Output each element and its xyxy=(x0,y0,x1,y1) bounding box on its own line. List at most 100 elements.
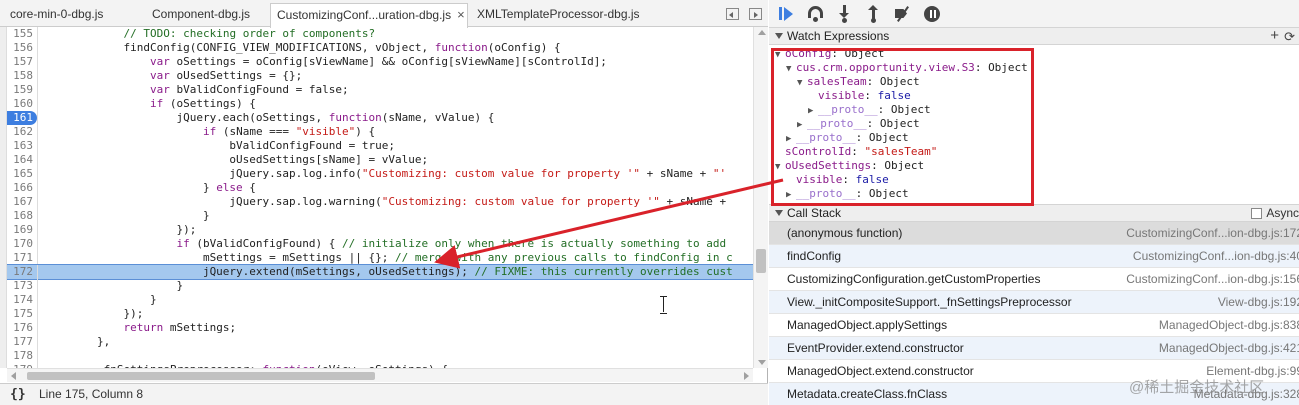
tab-xml-template-processor[interactable]: XMLTemplateProcessor-dbg.js xyxy=(471,3,651,27)
line-number[interactable]: 171 xyxy=(7,251,33,265)
code-line[interactable]: 157 var oSettings = oConfig[sViewName] &… xyxy=(7,55,753,69)
line-number[interactable]: 172 xyxy=(7,265,33,279)
line-number[interactable]: 174 xyxy=(7,293,33,307)
watch-expressions-header[interactable]: Watch Expressions + ⟳ xyxy=(769,27,1299,45)
line-number[interactable]: 169 xyxy=(7,223,33,237)
expand-triangle-icon[interactable]: ▶ xyxy=(786,188,796,202)
scroll-left-icon[interactable] xyxy=(11,372,16,380)
line-number[interactable]: 168 xyxy=(7,209,33,223)
hscroll-thumb[interactable] xyxy=(27,372,375,380)
call-frame[interactable]: EventProvider.extend.constructor ManagedO… xyxy=(769,337,1299,360)
async-checkbox[interactable]: Async xyxy=(1251,205,1299,222)
watch-row[interactable]: ▶ __proto__: Object xyxy=(786,187,909,201)
watch-row[interactable]: ▶ __proto__: Object xyxy=(786,131,909,145)
call-stack-header[interactable]: Call Stack Async xyxy=(769,204,1299,222)
call-frame-location[interactable]: CustomizingConf...ion-dbg.js:40 xyxy=(1133,245,1299,268)
watch-row[interactable]: ▶ __proto__: Object xyxy=(808,103,931,117)
call-frame-location[interactable]: CustomizingConf...ion-dbg.js:172 xyxy=(1126,222,1299,245)
toggle-debugger-icon[interactable] xyxy=(749,8,762,20)
line-number[interactable]: 170 xyxy=(7,237,33,251)
code-line[interactable]: 161 jQuery.each(oSettings, function(sNam… xyxy=(7,111,753,125)
code-line[interactable]: 177 }, xyxy=(7,335,753,349)
line-number[interactable]: 167 xyxy=(7,195,33,209)
code-line[interactable]: 174 } xyxy=(7,293,753,307)
code-line[interactable]: 163 bValidConfigFound = true; xyxy=(7,139,753,153)
code-line[interactable]: 162 if (sName === "visible") { xyxy=(7,125,753,139)
code-line[interactable]: 169 }); xyxy=(7,223,753,237)
code-line[interactable]: 165 jQuery.sap.log.info("Customizing: cu… xyxy=(7,167,753,181)
code-line[interactable]: 175 }); xyxy=(7,307,753,321)
code-line[interactable]: 168 } xyxy=(7,209,753,223)
watch-row[interactable]: sControlId: "salesTeam" xyxy=(775,145,937,159)
watch-row[interactable]: visible: false xyxy=(808,89,911,103)
toggle-navigator-icon[interactable] xyxy=(726,8,739,20)
line-number[interactable]: 158 xyxy=(7,69,33,83)
tab-customizing-configuration[interactable]: CustomizingConf...uration-dbg.js × xyxy=(270,3,468,28)
deactivate-breakpoints-icon[interactable] xyxy=(893,5,913,23)
code-line[interactable]: 164 oUsedSettings[sName] = vValue; xyxy=(7,153,753,167)
line-number[interactable]: 178 xyxy=(7,349,33,363)
pretty-print-button[interactable]: {} xyxy=(10,384,26,405)
line-number[interactable]: 155 xyxy=(7,27,33,41)
line-number[interactable]: 160 xyxy=(7,97,33,111)
line-number[interactable]: 161 xyxy=(7,111,37,125)
line-number[interactable]: 162 xyxy=(7,125,33,139)
scroll-down-icon[interactable] xyxy=(758,360,766,365)
code-line[interactable]: 155 // TODO: checking order of component… xyxy=(7,27,753,41)
expand-triangle-icon[interactable]: ▶ xyxy=(808,104,818,118)
call-frame[interactable]: ManagedObject.applySettings ManagedObject… xyxy=(769,314,1299,337)
checkbox-icon[interactable] xyxy=(1251,208,1263,219)
step-out-icon[interactable] xyxy=(864,5,884,23)
line-number[interactable]: 175 xyxy=(7,307,33,321)
code-line[interactable]: 170 if (bValidConfigFound) { // initiali… xyxy=(7,237,753,251)
scroll-up-icon[interactable] xyxy=(758,30,766,35)
pause-on-exceptions-icon[interactable] xyxy=(923,5,943,23)
navigator-collapsed-strip[interactable] xyxy=(0,27,7,368)
watch-row[interactable]: visible: false xyxy=(786,173,889,187)
line-number[interactable]: 163 xyxy=(7,139,33,153)
code-line[interactable]: 166 } else { xyxy=(7,181,753,195)
code-line[interactable]: 171 mSettings = mSettings || {}; // merg… xyxy=(7,251,753,265)
collapse-triangle-icon[interactable]: ▼ xyxy=(786,62,796,76)
call-frame[interactable]: View._initCompositeSupport._fnSettingsPr… xyxy=(769,291,1299,314)
expand-triangle-icon[interactable]: ▶ xyxy=(797,118,807,132)
line-number[interactable]: 166 xyxy=(7,181,33,195)
code-line[interactable]: 178 xyxy=(7,349,753,363)
watch-row[interactable]: ▼ salesTeam: Object xyxy=(797,75,920,89)
code-line[interactable]: 158 var oUsedSettings = {}; xyxy=(7,69,753,83)
close-tab-icon[interactable]: × xyxy=(457,7,465,22)
code-line[interactable]: 172 jQuery.extend(mSettings, oUsedSettin… xyxy=(7,264,753,280)
watch-row[interactable]: ▼ cus.crm.opportunity.view.S3: Object xyxy=(786,61,1028,75)
call-frame-location[interactable]: CustomizingConf...ion-dbg.js:156 xyxy=(1126,268,1299,291)
code-line[interactable]: 173 } xyxy=(7,279,753,293)
line-number[interactable]: 165 xyxy=(7,167,33,181)
step-into-icon[interactable] xyxy=(835,5,855,23)
code-line[interactable]: 167 jQuery.sap.log.warning("Customizing:… xyxy=(7,195,753,209)
expand-triangle-icon[interactable]: ▶ xyxy=(786,132,796,146)
add-watch-icon[interactable]: + xyxy=(1270,27,1279,44)
horizontal-scrollbar[interactable] xyxy=(7,368,753,382)
watch-row[interactable]: ▼ oUsedSettings: Object xyxy=(775,159,924,173)
line-number[interactable]: 159 xyxy=(7,83,33,97)
watch-row[interactable]: ▼ oConfig: Object xyxy=(775,47,884,61)
code-line[interactable]: 160 if (oSettings) { xyxy=(7,97,753,111)
line-number[interactable]: 176 xyxy=(7,321,33,335)
scroll-right-icon[interactable] xyxy=(744,372,749,380)
code-line[interactable]: 176 return mSettings; xyxy=(7,321,753,335)
resume-icon[interactable] xyxy=(778,5,798,23)
line-number[interactable]: 157 xyxy=(7,55,33,69)
call-frame[interactable]: CustomizingConfiguration.getCustomProper… xyxy=(769,268,1299,291)
collapse-triangle-icon[interactable]: ▼ xyxy=(775,48,785,62)
refresh-watch-icon[interactable]: ⟳ xyxy=(1284,28,1295,45)
tab-core-min[interactable]: core-min-0-dbg.js xyxy=(4,3,140,27)
code-line[interactable]: 156 findConfig(CONFIG_VIEW_MODIFICATIONS… xyxy=(7,41,753,55)
line-number[interactable]: 156 xyxy=(7,41,33,55)
step-over-icon[interactable] xyxy=(807,5,827,23)
line-number[interactable]: 177 xyxy=(7,335,33,349)
tab-component[interactable]: Component-dbg.js xyxy=(146,3,264,27)
code-editor[interactable]: 155 // TODO: checking order of component… xyxy=(7,27,753,368)
call-frame-location[interactable]: View-dbg.js:192 xyxy=(1218,291,1299,314)
code-line[interactable]: 159 var bValidConfigFound = false; xyxy=(7,83,753,97)
collapse-triangle-icon[interactable]: ▼ xyxy=(775,160,785,174)
call-frame[interactable]: (anonymous function) CustomizingConf...io… xyxy=(769,222,1299,245)
